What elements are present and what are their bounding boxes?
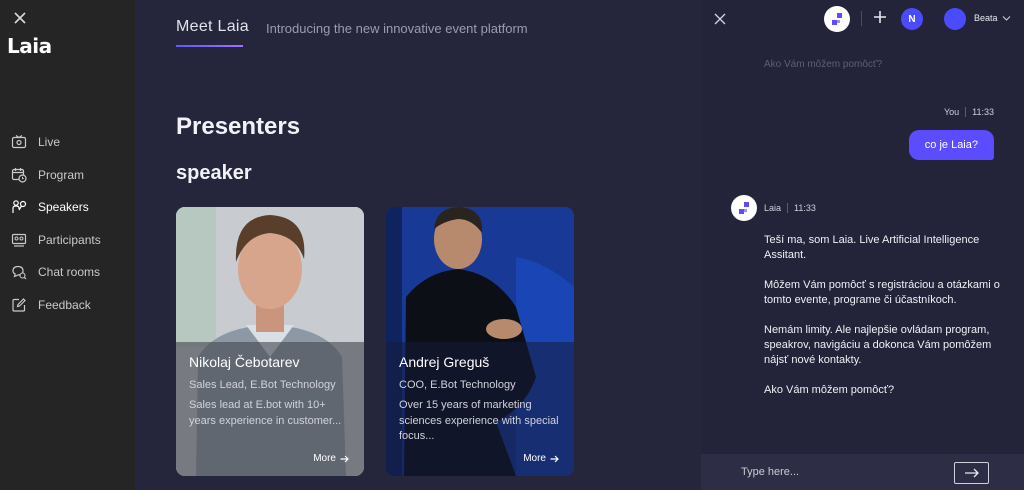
sidebar-item-live[interactable]: Live (0, 126, 135, 159)
sidebar-item-label: Participants (38, 232, 101, 247)
bot-message-paragraph: Nemám limity. Ale najlepšie ovládam prog… (764, 324, 992, 366)
participants-icon (10, 231, 28, 249)
speaker-name: Andrej Greguš (399, 354, 490, 370)
laia-avatar-icon (731, 195, 757, 221)
sidebar-item-label: Speakers (38, 200, 89, 215)
chevron-down-icon[interactable] (1002, 14, 1011, 22)
avatar[interactable]: N (901, 8, 923, 30)
speaker-name: Nikolaj Čebotarev (189, 354, 300, 370)
speakers-icon (10, 198, 28, 216)
message-time: 11:33 (972, 107, 994, 117)
chat-input-bar (701, 454, 1024, 490)
bot-message-paragraph: Ako Vám môžem pomôcť? (764, 384, 895, 396)
speaker-card[interactable]: Andrej Greguš COO, E.Bot Technology Over… (386, 207, 574, 476)
tab-underline (176, 45, 243, 47)
sidebar-item-program[interactable]: Program (0, 159, 135, 192)
more-link[interactable]: More (313, 453, 349, 464)
page-tab-title[interactable]: Meet Laia (176, 18, 249, 36)
group-title: speaker (176, 162, 252, 184)
chat-panel: N Beata Ako Vám môžem pomôcť? You 11:33 … (701, 0, 1024, 490)
sidebar-item-label: Chat rooms (38, 265, 101, 280)
section-title: Presenters (176, 113, 301, 140)
main-content: Meet Laia Introducing the new innovative… (135, 0, 701, 490)
sidebar-item-speakers[interactable]: Speakers (0, 191, 135, 224)
speaker-role: Sales Lead, E.Bot Technology (189, 379, 336, 391)
user-avatar[interactable] (944, 8, 966, 30)
close-icon[interactable] (713, 12, 727, 26)
user-name[interactable]: Beata (974, 13, 998, 23)
meta-divider (787, 203, 789, 213)
feedback-edit-icon (10, 296, 28, 314)
previous-message: Ako Vám môžem pomôcť? (764, 59, 883, 70)
page-subtitle: Introducing the new innovative event pla… (266, 21, 528, 36)
speaker-description: Over 15 years of marketing sciences expe… (399, 399, 559, 442)
close-icon[interactable] (12, 10, 28, 26)
sender-name: Laia (764, 203, 782, 213)
plus-icon[interactable] (872, 9, 888, 25)
chat-input[interactable] (741, 464, 931, 480)
bot-message: Teší ma, som Laia. Live Artificial Intel… (764, 233, 1004, 413)
message-meta: You 11:33 (944, 107, 994, 117)
sidebar-item-label: Feedback (38, 297, 91, 312)
message-time: 11:33 (794, 203, 816, 213)
sidebar-item-participants[interactable]: Participants (0, 224, 135, 257)
sidebar-item-label: Live (38, 135, 61, 150)
bot-message-paragraph: Môžem Vám pomôcť s registráciou a otázka… (764, 279, 1000, 306)
sidebar-item-chat-rooms[interactable]: Chat rooms (0, 256, 135, 289)
chat-rooms-icon (10, 263, 28, 281)
arrow-right-icon (340, 455, 349, 462)
speaker-role: COO, E.Bot Technology (399, 379, 516, 391)
more-label: More (313, 453, 336, 464)
arrow-right-icon (964, 468, 979, 478)
more-link[interactable]: More (523, 453, 559, 464)
sidebar: Laia Live Program Speakers Participants (0, 0, 135, 490)
message-meta: Laia 11:33 (764, 203, 816, 213)
sidebar-item-label: Program (38, 167, 85, 182)
arrow-right-icon (550, 455, 559, 462)
sender-name: You (943, 107, 960, 117)
calendar-clock-icon (10, 166, 28, 184)
bot-message-paragraph: Teší ma, som Laia. Live Artificial Intel… (764, 234, 980, 261)
send-button[interactable] (954, 462, 989, 484)
sidebar-nav: Live Program Speakers Participants Chat … (0, 126, 135, 321)
speaker-description: Sales lead at E.bot with 10+ years exper… (189, 399, 342, 427)
more-label: More (523, 453, 546, 464)
app-logo[interactable]: Laia (7, 34, 52, 58)
speaker-card[interactable]: Nikolaj Čebotarev Sales Lead, E.Bot Tech… (176, 207, 364, 476)
sidebar-item-feedback[interactable]: Feedback (0, 289, 135, 322)
laia-logo-icon[interactable] (824, 6, 850, 32)
user-message-bubble: co je Laia? (908, 130, 994, 160)
live-tv-icon (10, 133, 28, 151)
meta-divider (965, 107, 967, 117)
header-divider (861, 11, 862, 26)
